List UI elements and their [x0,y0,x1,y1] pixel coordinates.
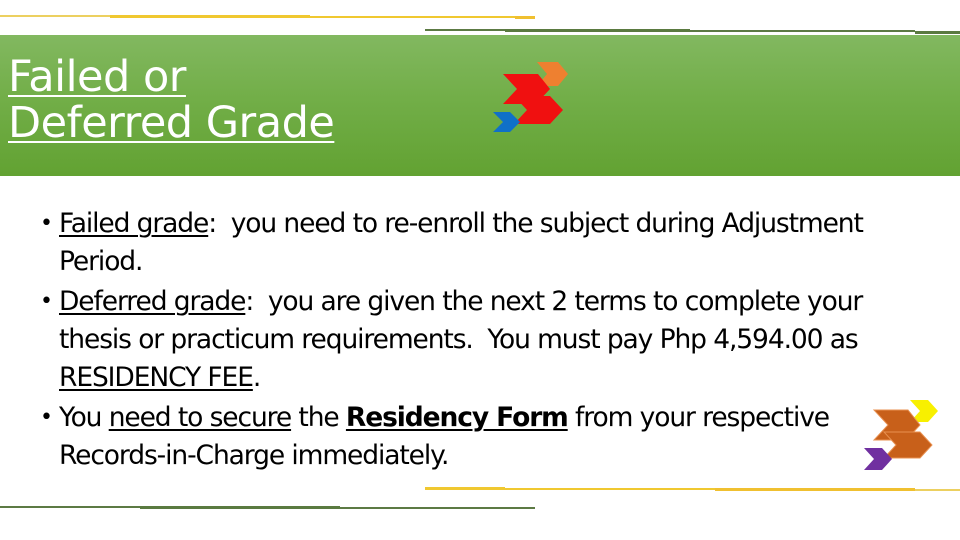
bottom-green-line-a [0,506,140,508]
top-green-line-b [505,29,690,32]
slide-title: Failed or Deferred Grade [8,52,335,148]
bullet-list: Failed grade: you need to re-enroll the … [40,205,940,475]
text-the: the [291,402,346,433]
top-yellow-line-c [310,16,520,18]
text-you: You [59,402,109,433]
residency-fee-label: RESIDENCY FEE [59,362,254,393]
blue-chevron [493,112,520,132]
bottom-yellow-line-b [505,488,715,490]
bottom-yellow-line-d [915,489,960,491]
bullet-failed-grade: Failed grade: you need to re-enroll the … [40,205,940,281]
bullet-deferred-grade: Deferred grade: you are given the next 2… [40,283,940,397]
top-green-line-a [425,29,505,31]
residency-form-name: Residency Form [345,402,569,433]
top-green-line-d [915,31,960,34]
bullet-residency-form: You need to secure the Residency Form fr… [40,399,940,475]
deferred-grade-term: Deferred grade [59,286,246,317]
top-yellow-line-a [0,15,110,17]
purple-chevron [864,448,892,470]
colon: : [245,286,254,317]
colon: : [208,208,217,239]
slide-title-line2: Deferred Grade [8,98,335,148]
bottom-yellow-line-a [425,487,505,490]
top-yellow-line-d [515,16,535,19]
top-yellow-line-b [110,15,310,18]
need-to-secure-phrase: need to secure [108,402,292,433]
slide-title-line1: Failed or [8,52,186,102]
arrow-chevrons-icon [493,62,568,132]
red-chevron-lower [514,96,563,124]
brown-chevron-lower [882,431,933,459]
failed-grade-term: Failed grade [59,208,209,239]
period: . [252,362,261,393]
bottom-yellow-line-c [715,488,915,491]
bottom-green-line-b [140,506,340,509]
top-green-line-c [690,30,915,32]
arrow-chevrons-icon [864,400,938,470]
bottom-green-line-c [340,507,535,509]
